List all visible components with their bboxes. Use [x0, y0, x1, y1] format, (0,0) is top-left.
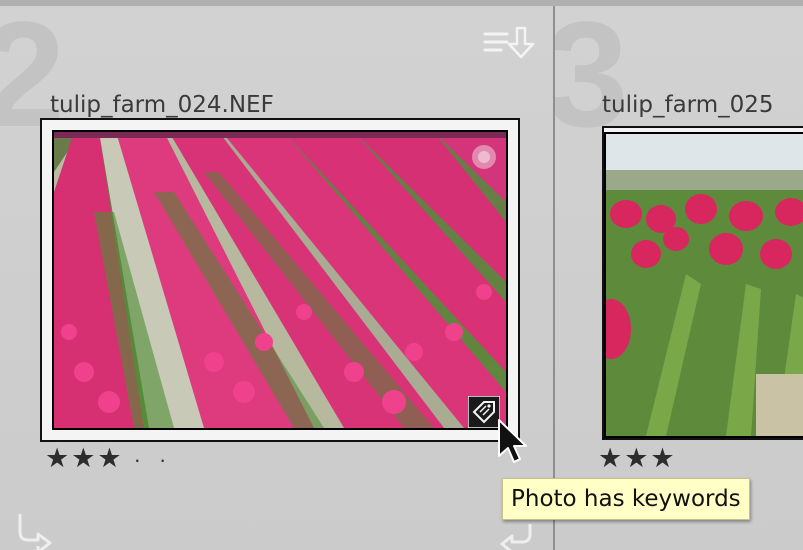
rating-empty-dot[interactable]: ·: [134, 447, 143, 472]
grid-cell-1[interactable]: 2 tulip_farm_024.NEF ★★★ · ·: [0, 6, 553, 550]
keyword-tag-icon[interactable]: [468, 396, 500, 428]
photo-filename: tulip_farm_024.NEF: [50, 92, 274, 118]
thumbnail-frame[interactable]: [40, 118, 520, 442]
star-rating[interactable]: ★★★: [598, 443, 677, 474]
keywords-tooltip: Photo has keywords: [502, 478, 750, 520]
rotate-right-arrow-icon[interactable]: [500, 522, 540, 550]
rating-empty-dot[interactable]: ·: [159, 447, 168, 472]
rating-stars[interactable]: ★★★: [598, 443, 677, 473]
star-rating[interactable]: ★★★ · ·: [45, 443, 168, 474]
grid-cell-2[interactable]: 3 tulip_farm_025 ★★★: [555, 6, 803, 550]
photo-thumbnail[interactable]: [52, 130, 508, 430]
sort-lines-arrow-icon[interactable]: [483, 26, 539, 65]
photo-filename: tulip_farm_025: [602, 92, 774, 118]
thumbnail-frame[interactable]: [602, 126, 803, 440]
rotate-left-arrow-icon[interactable]: [14, 510, 54, 550]
rotation-badge-icon: [471, 144, 497, 170]
mouse-pointer-icon: [497, 418, 529, 471]
photo-thumbnail[interactable]: [604, 132, 803, 438]
rating-stars[interactable]: ★★★: [45, 443, 124, 473]
